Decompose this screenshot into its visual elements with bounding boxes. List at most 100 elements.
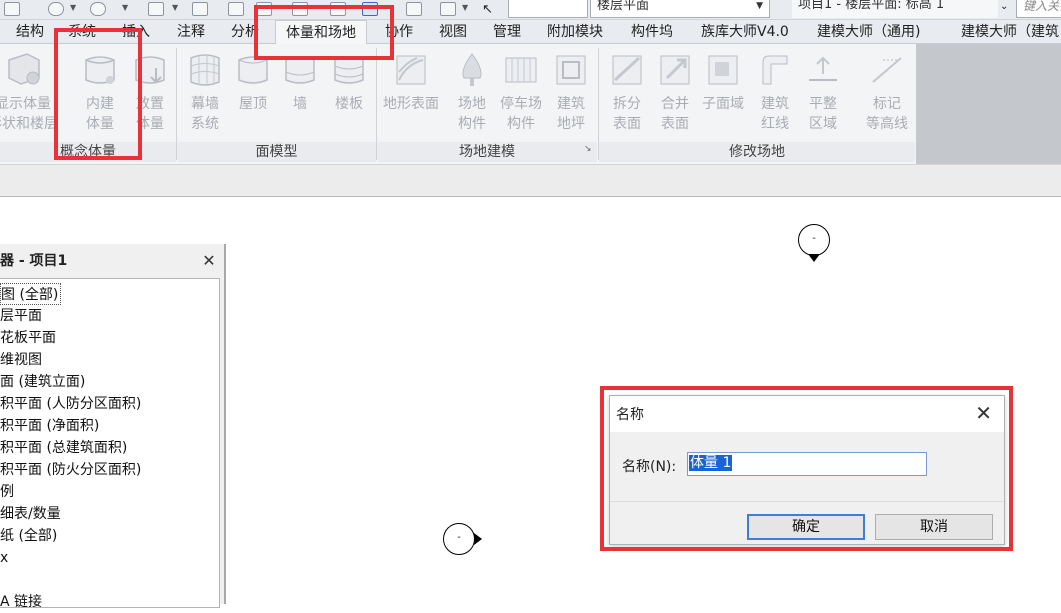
place-mass-button[interactable]: 放置 体量 (124, 44, 176, 140)
close-icon[interactable]: ✕ (200, 252, 218, 270)
tab-add-ins[interactable]: 附加模块 (547, 20, 603, 44)
search-input[interactable]: 键入关键 (1016, 0, 1061, 18)
thin-lines-icon[interactable] (362, 2, 378, 16)
dialog-launcher-icon[interactable]: ↘ (584, 144, 592, 154)
merge-surfaces-button[interactable]: 合并 表面 (652, 44, 698, 140)
tree-item-area-plan-fire[interactable]: 积平面 (防火分区面积) (0, 459, 141, 481)
parking-icon (505, 57, 537, 83)
tab-modeling-master-architecture[interactable]: 建模大师（建筑 (961, 20, 1059, 44)
options-bar (0, 164, 1061, 197)
tree-item-families[interactable]: x (0, 547, 8, 569)
in-place-mass-button[interactable]: 内建 体量 (72, 44, 128, 140)
tree-item-legends[interactable]: 例 (0, 481, 14, 503)
name-dialog: 名称 ✕ 名称(N): 体量 1 确定 取消 (609, 395, 1005, 545)
tree-item-area-plan-civil-defense[interactable]: 积平面 (人防分区面积) (0, 393, 141, 415)
roof-by-face-icon (238, 56, 268, 84)
open-icon[interactable] (4, 2, 20, 16)
show-mass-label: 显示体量 形状和楼层 (0, 96, 58, 132)
tree-item-3d-views[interactable]: 维视图 (0, 349, 42, 371)
undo-icon[interactable] (48, 2, 64, 16)
graded-region-button[interactable]: 平整 区域 (800, 44, 846, 140)
label-contours-button[interactable]: 标记 等高线 (862, 44, 912, 140)
tree-item-ceiling-plans[interactable]: 花板平面 (0, 327, 56, 349)
tree-item-floor-plans[interactable]: 层平面 (0, 305, 42, 327)
tree-item-area-plan-gross[interactable]: 积平面 (总建筑面积) (0, 437, 127, 459)
floor-by-face-icon (334, 56, 364, 84)
dimension-icon[interactable] (192, 2, 208, 16)
tree-icon (462, 53, 482, 86)
subregion-button[interactable]: 子面域 (700, 44, 746, 140)
toposurface-label: 地形表面 (383, 96, 439, 112)
tree-item-views[interactable]: 图 (全部) (0, 283, 62, 305)
in-place-mass-label: 内建 体量 (86, 96, 114, 132)
switch-dropdown-icon[interactable]: ▼ (462, 3, 468, 12)
tree-item-sheets[interactable]: 纸 (全部) (0, 525, 57, 547)
type-selector-preview[interactable] (508, 0, 588, 18)
ribbon-empty-area (916, 44, 1061, 164)
building-pad-button[interactable]: 建筑 地坪 (548, 44, 594, 140)
merge-surfaces-icon (660, 55, 690, 85)
measure-icon[interactable] (148, 2, 164, 16)
section-icon[interactable] (330, 2, 346, 16)
project-browser: 器 - 项目1 ✕ 图 (全部) 层平面 花板平面 维视图 面 (建筑立面) 积… (0, 244, 226, 610)
view-dropdown[interactable]: 楼层平面 ▼ (590, 0, 770, 18)
tab-annotate[interactable]: 注释 (177, 20, 205, 44)
pointer-icon[interactable]: ↖ (482, 2, 498, 17)
elevation-marker[interactable]: - (443, 523, 475, 555)
switch-windows-icon[interactable] (440, 2, 456, 16)
text-icon[interactable] (256, 2, 272, 16)
site-component-button[interactable]: 场地 构件 (450, 44, 494, 140)
tab-collaborate[interactable]: 协作 (385, 20, 413, 44)
ribbon-panel: 显示体量 形状和楼层 内建 体量 放置 体量 概念体量 幕墙 系统 屋顶 墙 楼… (0, 44, 1061, 164)
tree-item-elevations[interactable]: 面 (建筑立面) (0, 371, 85, 393)
tab-view[interactable]: 视图 (439, 20, 467, 44)
split-surface-button[interactable]: 拆分 表面 (604, 44, 650, 140)
show-mass-button[interactable]: 显示体量 形状和楼层 (0, 44, 58, 140)
tree-item-area-plan-net[interactable]: 积平面 (净面积) (0, 415, 99, 437)
dialog-divider (610, 501, 1004, 502)
property-line-label: 建筑 红线 (761, 96, 789, 132)
tab-family-library[interactable]: 族库大师V4.0 (701, 20, 789, 44)
tab-systems[interactable]: 系统 (68, 20, 96, 44)
name-input[interactable]: 体量 1 (687, 452, 927, 476)
curtain-system-label: 幕墙 系统 (191, 96, 219, 132)
tab-component-dock[interactable]: 构件坞 (631, 20, 673, 44)
tree-item-revit-links[interactable]: A 链接 (0, 591, 42, 613)
cancel-button[interactable]: 取消 (875, 514, 993, 540)
ribbon-tabs: 结构 系统 插入 注释 分析 体量和场地 协作 视图 管理 附加模块 构件坞 族… (0, 20, 1061, 45)
roof-by-face-button[interactable]: 屋顶 (230, 44, 276, 140)
in-place-mass-icon (85, 56, 115, 84)
redo-dropdown-icon[interactable]: ▼ (122, 3, 128, 12)
site-component-label: 场地 构件 (458, 96, 486, 132)
close-icon[interactable]: ✕ (975, 401, 992, 425)
elevation-marker[interactable]: - (798, 224, 830, 256)
close-hidden-icon[interactable] (406, 2, 422, 16)
undo-dropdown-icon[interactable]: ▼ (70, 3, 76, 12)
tab-structure[interactable]: 结构 (16, 20, 44, 44)
panel-title-model-by-face: 面模型 (177, 142, 376, 162)
tab-manage[interactable]: 管理 (493, 20, 521, 44)
tab-analyze[interactable]: 分析 (231, 20, 259, 44)
tab-massing-site[interactable]: 体量和场地 (275, 20, 367, 45)
toposurface-icon (396, 55, 426, 85)
measure-dropdown-icon[interactable]: ▼ (172, 3, 178, 12)
tab-modeling-master-general[interactable]: 建模大师（通用) (817, 20, 920, 44)
3d-view-icon[interactable] (292, 2, 308, 16)
tree-item-schedules[interactable]: 细表/数量 (0, 503, 61, 525)
curtain-system-button[interactable]: 幕墙 系统 (180, 44, 230, 140)
redo-icon[interactable] (90, 2, 106, 16)
floor-by-face-button[interactable]: 楼板 (326, 44, 372, 140)
toposurface-button[interactable]: 地形表面 (378, 44, 444, 140)
search-expand-icon[interactable]: ⌄ (1000, 1, 1016, 15)
roof-by-face-label: 屋顶 (239, 96, 267, 112)
panel-title-site-modeling: 场地建模 (377, 142, 597, 162)
ok-button[interactable]: 确定 (747, 514, 865, 540)
wall-by-face-button[interactable]: 墙 (278, 44, 322, 140)
elevation-marker-arrow (474, 533, 482, 545)
elevation-marker-arrow (808, 254, 820, 262)
tag-icon[interactable] (228, 2, 244, 16)
parking-component-button[interactable]: 停车场 构件 (496, 44, 546, 140)
tab-insert[interactable]: 插入 (122, 20, 150, 44)
property-line-button[interactable]: 建筑 红线 (752, 44, 798, 140)
building-pad-label: 建筑 地坪 (557, 96, 585, 132)
